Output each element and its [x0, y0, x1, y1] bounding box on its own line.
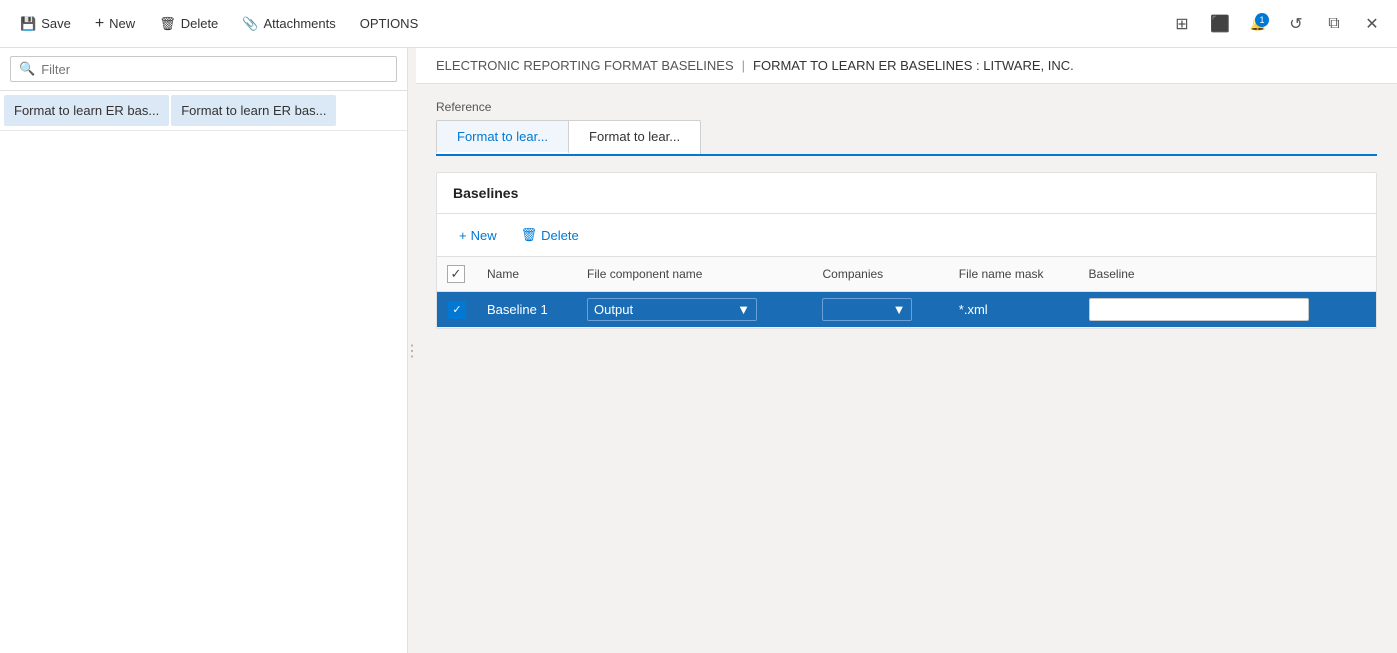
col-baseline: Baseline	[1079, 257, 1376, 292]
file-component-cell: Output ▼	[587, 298, 802, 321]
row-check-cell: ✓	[437, 292, 477, 328]
reference-section: Reference Format to lear... Format to le…	[436, 100, 1377, 156]
save-label: Save	[41, 16, 71, 31]
header-checkbox[interactable]: ✓	[447, 265, 465, 283]
attachments-button[interactable]: 📎 Attachments	[232, 10, 345, 38]
main-toolbar: 💾 Save + New 🗑 Delete 📎 Attachments OPTI…	[0, 0, 1397, 48]
row-name: Baseline 1	[477, 292, 577, 328]
breadcrumb-part1: ELECTRONIC REPORTING FORMAT BASELINES	[436, 58, 734, 73]
file-mask-value: *.xml	[959, 302, 988, 317]
dropdown-arrow-icon: ▼	[737, 302, 750, 317]
baselines-toolbar: + New 🗑 Delete	[437, 214, 1376, 257]
reference-tabs: Format to lear... Format to lear...	[436, 120, 1377, 156]
breadcrumb-part2: FORMAT TO LEARN ER BASELINES : LITWARE, …	[753, 58, 1074, 73]
companies-arrow-icon: ▼	[893, 302, 906, 317]
delete-button[interactable]: 🗑 Delete	[149, 10, 228, 38]
baselines-card: Baselines + New 🗑 Delete	[436, 172, 1377, 329]
baselines-table: ✓ Name File component name Companies Fil…	[437, 257, 1376, 328]
search-icon: 🔍	[19, 61, 35, 77]
col-file-component: File component name	[577, 257, 812, 292]
baselines-table-scroll: ✓ Name File component name Companies Fil…	[437, 257, 1376, 328]
reference-tab-2[interactable]: Format to lear...	[569, 120, 701, 154]
toolbar-right: ⊞ ⬛ 🔔 1 ↺ ⧉ ✕	[1167, 9, 1387, 39]
plus-icon: +	[95, 15, 104, 33]
baselines-new-label: New	[471, 228, 497, 243]
row-file-component: Output ▼	[577, 292, 812, 328]
main-layout: 🔍 Format to learn ER bas... Format to le…	[0, 48, 1397, 653]
notification-icon[interactable]: 🔔 1	[1243, 9, 1273, 39]
new-label: New	[109, 16, 135, 31]
right-panel: ELECTRONIC REPORTING FORMAT BASELINES | …	[416, 48, 1397, 653]
baselines-title: Baselines	[437, 173, 1376, 214]
row-checkbox[interactable]: ✓	[448, 301, 466, 319]
save-icon: 💾	[20, 16, 36, 32]
grid-icon[interactable]: ⊞	[1167, 9, 1197, 39]
breadcrumb: ELECTRONIC REPORTING FORMAT BASELINES | …	[416, 48, 1397, 84]
list-items: Format to learn ER bas... Format to lear…	[0, 91, 407, 131]
row-file-mask: *.xml	[949, 292, 1079, 328]
reference-label: Reference	[436, 100, 1377, 114]
paperclip-icon: 📎	[242, 16, 258, 32]
office-icon[interactable]: ⬛	[1205, 9, 1235, 39]
delete-icon: 🗑	[159, 16, 176, 32]
col-file-mask: File name mask	[949, 257, 1079, 292]
trash-icon: 🗑	[521, 227, 538, 243]
col-name: Name	[477, 257, 577, 292]
delete-label: Delete	[181, 16, 219, 31]
panel-resizer[interactable]: ⋮	[408, 48, 416, 653]
content-area: Reference Format to lear... Format to le…	[416, 84, 1397, 653]
attachments-label: Attachments	[263, 16, 335, 31]
baseline-arrow-icon: ▼	[1289, 302, 1302, 317]
col-check: ✓	[437, 257, 477, 292]
file-component-dropdown[interactable]: Output ▼	[587, 298, 757, 321]
plus-icon: +	[459, 228, 467, 243]
notification-badge: 1	[1255, 13, 1269, 27]
companies-dropdown[interactable]: ▼	[822, 298, 912, 321]
baselines-new-button[interactable]: + New	[449, 223, 507, 248]
save-button[interactable]: 💾 Save	[10, 10, 81, 38]
row-companies: ▼	[812, 292, 948, 328]
options-label: OPTIONS	[360, 16, 419, 31]
left-panel: 🔍 Format to learn ER bas... Format to le…	[0, 48, 408, 653]
close-icon[interactable]: ✕	[1357, 9, 1387, 39]
reference-tab-1[interactable]: Format to lear...	[436, 120, 569, 154]
file-component-value: Output	[594, 302, 633, 317]
filter-box: 🔍	[0, 48, 407, 91]
breadcrumb-separator: |	[742, 58, 745, 73]
baselines-delete-label: Delete	[541, 228, 579, 243]
list-item[interactable]: Format to learn ER bas...	[171, 95, 336, 126]
options-button[interactable]: OPTIONS	[350, 10, 429, 37]
new-button[interactable]: + New	[85, 9, 145, 39]
baselines-delete-button[interactable]: 🗑 Delete	[511, 222, 589, 248]
baseline-value: out.Admin	[1096, 302, 1155, 317]
table-row[interactable]: ✓ Baseline 1 Output ▼	[437, 292, 1376, 328]
refresh-icon[interactable]: ↺	[1281, 9, 1311, 39]
filter-input[interactable]	[41, 62, 388, 77]
col-companies: Companies	[812, 257, 948, 292]
list-item[interactable]: Format to learn ER bas...	[4, 95, 169, 126]
row-baseline: out.Admin ▼	[1079, 292, 1376, 328]
filter-input-wrap: 🔍	[10, 56, 397, 82]
baseline-dropdown[interactable]: out.Admin ▼	[1089, 298, 1309, 321]
restore-icon[interactable]: ⧉	[1319, 9, 1349, 39]
